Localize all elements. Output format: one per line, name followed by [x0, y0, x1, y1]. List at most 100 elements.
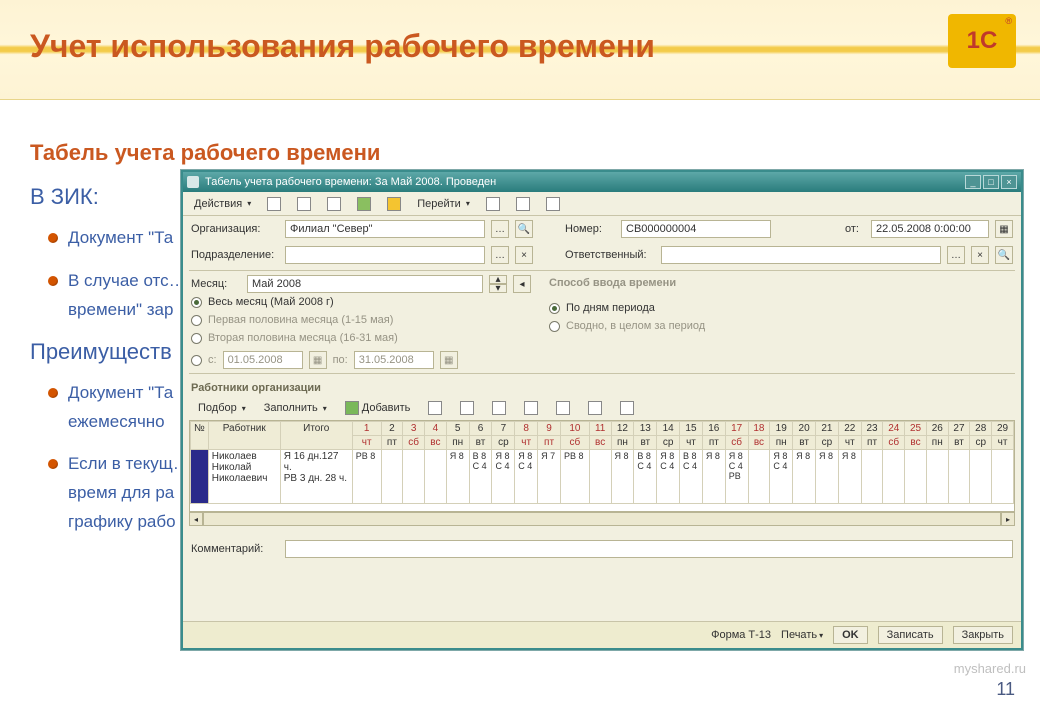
- comment-field[interactable]: [285, 540, 1013, 558]
- tool-icon-3[interactable]: [320, 194, 348, 214]
- radio-full-month[interactable]: Весь месяц (Май 2008 г): [191, 293, 531, 311]
- org-label: Организация:: [191, 223, 279, 235]
- list-icon: [516, 197, 530, 211]
- row-tool-7[interactable]: [613, 398, 641, 418]
- row-tool-2[interactable]: [453, 398, 481, 418]
- goto-menu[interactable]: Перейти: [410, 195, 477, 213]
- radio-range[interactable]: [191, 355, 202, 366]
- minimize-button[interactable]: _: [965, 175, 981, 189]
- actions-menu[interactable]: Действия: [187, 195, 258, 213]
- radio-icon: [191, 315, 202, 326]
- sort-desc-icon: [588, 401, 602, 415]
- window-titlebar[interactable]: Табель учета рабочего времени: За Май 20…: [183, 172, 1021, 192]
- range-to-field[interactable]: 31.05.2008: [354, 351, 434, 369]
- pick-button[interactable]: Подбор: [191, 399, 253, 417]
- radio-summary[interactable]: Сводно, в целом за период: [549, 317, 1013, 335]
- help-icon: [486, 197, 500, 211]
- page-number: 11: [996, 679, 1015, 700]
- resp-field[interactable]: [661, 246, 941, 264]
- resp-label: Ответственный:: [565, 249, 655, 261]
- date-label: от:: [845, 223, 865, 235]
- down-icon: [524, 401, 538, 415]
- radio-first-half[interactable]: Первая половина месяца (1-15 мая): [191, 311, 531, 329]
- input-mode-title: Способ ввода времени: [549, 275, 1013, 299]
- bullet-icon: [48, 388, 58, 398]
- row-tool-3[interactable]: [485, 398, 513, 418]
- main-toolbar: Действия Перейти: [183, 192, 1021, 216]
- row-tool-1[interactable]: [421, 398, 449, 418]
- radio-icon: [549, 303, 560, 314]
- timesheet-window: Табель учета рабочего времени: За Май 20…: [181, 170, 1023, 650]
- number-label: Номер:: [565, 223, 615, 235]
- resp-select-button[interactable]: …: [947, 246, 965, 264]
- plus-icon: [345, 401, 359, 415]
- row-tool-4[interactable]: [517, 398, 545, 418]
- up-icon: [492, 401, 506, 415]
- save-button[interactable]: Записать: [878, 626, 943, 644]
- radio-second-half[interactable]: Вторая половина месяца (16-31 мая): [191, 329, 531, 347]
- bullet-icon: [48, 459, 58, 469]
- radio-icon: [191, 333, 202, 344]
- tool-icon-7[interactable]: [509, 194, 537, 214]
- row-tool-5[interactable]: [549, 398, 577, 418]
- dept-clear-button[interactable]: ×: [515, 246, 533, 264]
- org-field[interactable]: Филиал "Север": [285, 220, 485, 238]
- add-button[interactable]: Добавить: [338, 398, 418, 418]
- folder-icon: [387, 197, 401, 211]
- close-button[interactable]: ×: [1001, 175, 1017, 189]
- tool-icon-5[interactable]: [380, 194, 408, 214]
- copy-icon: [297, 197, 311, 211]
- logo-text: 1C: [967, 27, 998, 55]
- horizontal-scrollbar[interactable]: [203, 512, 1001, 526]
- scroll-right-button[interactable]: ▸: [1001, 512, 1015, 526]
- misc-icon: [620, 401, 634, 415]
- tool-icon-2[interactable]: [290, 194, 318, 214]
- fill-button[interactable]: Заполнить: [257, 399, 334, 417]
- print-menu[interactable]: Печать: [781, 629, 823, 641]
- 1c-logo: 1C ®: [948, 14, 1016, 68]
- post-icon: [357, 197, 371, 211]
- dept-label: Подразделение:: [191, 249, 279, 261]
- dept-select-button[interactable]: …: [491, 246, 509, 264]
- magnifier-icon: 🔍: [518, 224, 530, 235]
- magnifier-icon: 🔍: [998, 250, 1010, 261]
- form-t13-link[interactable]: Форма Т-13: [711, 629, 771, 641]
- tool-icon-4[interactable]: [350, 194, 378, 214]
- radio-icon: [191, 297, 202, 308]
- scroll-left-button[interactable]: ◂: [189, 512, 203, 526]
- resp-clear-button[interactable]: ×: [971, 246, 989, 264]
- range-from-field[interactable]: 01.05.2008: [223, 351, 303, 369]
- range-from-label: с:: [208, 354, 217, 366]
- refresh-icon: [546, 197, 560, 211]
- slide-subtitle: Табель учета рабочего времени: [30, 140, 1010, 166]
- tool-icon-1[interactable]: [260, 194, 288, 214]
- tool-icon-8[interactable]: [539, 194, 567, 214]
- org-open-button[interactable]: 🔍: [515, 220, 533, 238]
- to-calendar-button[interactable]: ▦: [440, 351, 458, 369]
- window-title: Табель учета рабочего времени: За Май 20…: [205, 176, 959, 188]
- ok-button[interactable]: OK: [833, 626, 868, 644]
- month-prev-button[interactable]: ◂: [513, 275, 531, 293]
- from-calendar-button[interactable]: ▦: [309, 351, 327, 369]
- timesheet-grid[interactable]: №РаботникИтого12345678910111213141516171…: [189, 420, 1015, 512]
- org-select-button[interactable]: …: [491, 220, 509, 238]
- resp-open-button[interactable]: 🔍: [995, 246, 1013, 264]
- bullet-icon: [48, 233, 58, 243]
- comment-label: Комментарий:: [191, 543, 279, 555]
- radio-by-days[interactable]: По дням периода: [549, 299, 1013, 317]
- number-field[interactable]: СВ000000004: [621, 220, 771, 238]
- tool-icon-6[interactable]: [479, 194, 507, 214]
- new-icon: [267, 197, 281, 211]
- bullet-icon: [48, 276, 58, 286]
- month-field[interactable]: Май 2008: [247, 275, 483, 293]
- maximize-button[interactable]: □: [983, 175, 999, 189]
- row-tool-6[interactable]: [581, 398, 609, 418]
- date-field[interactable]: 22.05.2008 0:00:00: [871, 220, 989, 238]
- close-form-button[interactable]: Закрыть: [953, 626, 1013, 644]
- window-icon: [187, 176, 199, 188]
- watermark: myshared.ru: [954, 661, 1026, 676]
- month-label: Месяц:: [191, 278, 241, 290]
- month-down-button[interactable]: ▾: [489, 284, 507, 293]
- date-calendar-button[interactable]: ▦: [995, 220, 1013, 238]
- dept-field[interactable]: [285, 246, 485, 264]
